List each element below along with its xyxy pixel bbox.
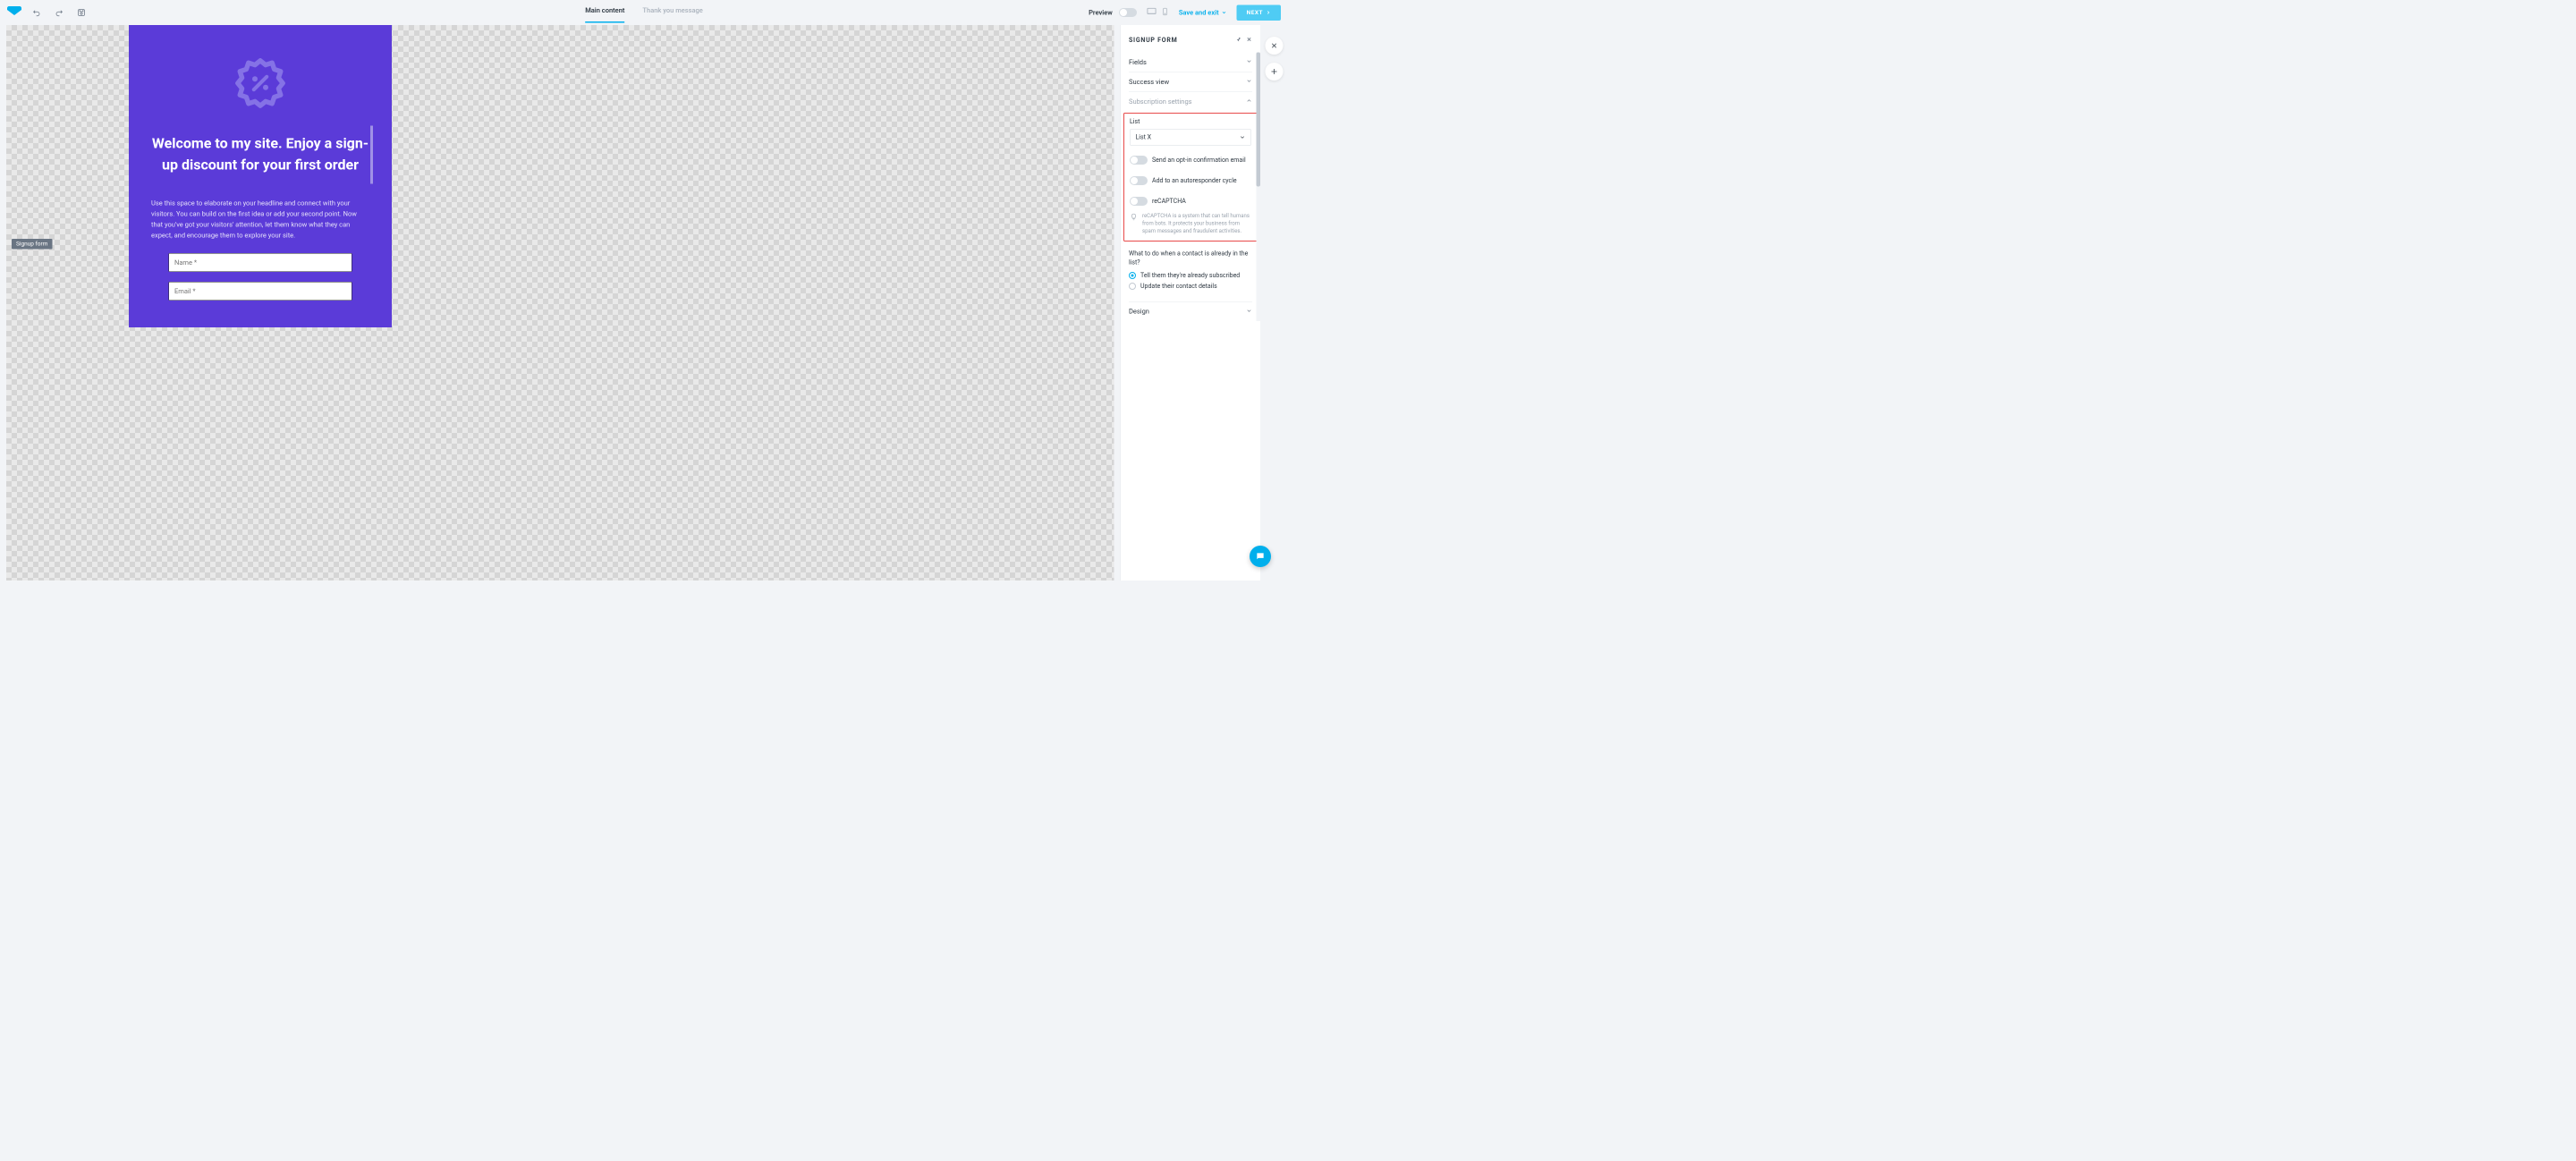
panel-header: SIGNUP FORM	[1121, 25, 1260, 53]
save-icon[interactable]	[74, 5, 89, 20]
tab-thank-you[interactable]: Thank you message	[642, 6, 702, 23]
existing-question: What to do when a contact is already in …	[1129, 250, 1252, 267]
plus-icon	[1270, 68, 1278, 76]
signup-form-card[interactable]: Welcome to my site. Enjoy a sign-up disc…	[129, 25, 392, 327]
autoresponder-label: Add to an autoresponder cycle	[1152, 177, 1237, 184]
chevron-up-icon	[1246, 97, 1252, 106]
section-fields[interactable]: Fields	[1129, 53, 1252, 72]
radio-icon	[1129, 283, 1136, 290]
recaptcha-label: reCAPTCHA	[1152, 198, 1186, 205]
settings-panel: SIGNUP FORM Fields Success view	[1121, 25, 1261, 580]
chat-fab[interactable]	[1250, 546, 1271, 567]
opt-in-label: Send an opt-in confirmation email	[1152, 157, 1246, 164]
add-button[interactable]	[1266, 63, 1284, 81]
section-success-view[interactable]: Success view	[1129, 72, 1252, 92]
recaptcha-toggle[interactable]	[1130, 197, 1148, 206]
radio-update-details[interactable]: Update their contact details	[1129, 283, 1252, 290]
email-input[interactable]	[169, 282, 352, 301]
right-rail	[1260, 25, 1288, 580]
recaptcha-hint: reCAPTCHA is a system that can tell huma…	[1130, 212, 1251, 234]
section-subscription-settings[interactable]: Subscription settings	[1129, 92, 1252, 112]
discount-badge-icon	[233, 56, 287, 110]
recaptcha-row: reCAPTCHA	[1130, 197, 1251, 206]
list-select[interactable]: List X	[1130, 129, 1251, 146]
recaptcha-hint-text: reCAPTCHA is a system that can tell huma…	[1142, 212, 1251, 234]
chevron-down-icon	[1246, 58, 1252, 67]
form-description[interactable]: Use this space to elaborate on your head…	[151, 198, 369, 241]
section-design[interactable]: Design	[1129, 301, 1252, 321]
signup-form-tag: Signup form	[12, 239, 52, 250]
chat-icon	[1256, 552, 1266, 562]
mobile-icon[interactable]	[1161, 7, 1169, 19]
chevron-down-icon	[1246, 78, 1252, 87]
text-caret	[370, 126, 373, 184]
close-panel-button[interactable]	[1266, 37, 1284, 55]
chevron-down-icon	[1222, 10, 1227, 15]
preview-toggle[interactable]	[1119, 8, 1137, 17]
radio-label-1: Tell them they're already subscribed	[1140, 272, 1240, 279]
topbar-right: Preview Save and exit NEXT	[1089, 4, 1281, 21]
undo-icon[interactable]	[30, 5, 44, 20]
subscription-highlight: List List X Send an opt-in confirmation …	[1123, 113, 1258, 242]
chevron-down-icon	[1240, 134, 1246, 140]
save-exit-label: Save and exit	[1179, 9, 1219, 17]
chevron-right-icon	[1266, 10, 1271, 15]
form-fields	[151, 253, 369, 301]
redo-icon[interactable]	[52, 5, 66, 20]
desktop-icon[interactable]	[1147, 7, 1157, 19]
section-subscription-label: Subscription settings	[1129, 97, 1192, 106]
form-headline[interactable]: Welcome to my site. Enjoy a sign-up disc…	[151, 132, 369, 175]
device-icons	[1147, 7, 1169, 19]
next-button[interactable]: NEXT	[1237, 4, 1281, 21]
tab-main-content[interactable]: Main content	[585, 6, 624, 23]
list-value: List X	[1136, 134, 1152, 141]
logo-icon[interactable]	[7, 6, 21, 19]
radio-label-2: Update their contact details	[1140, 283, 1217, 290]
lightbulb-icon	[1130, 213, 1138, 223]
panel-scroll[interactable]: Fields Success view Subscription setting…	[1121, 53, 1260, 581]
panel-title: SIGNUP FORM	[1129, 37, 1177, 44]
section-success-label: Success view	[1129, 78, 1169, 86]
autoresponder-toggle[interactable]	[1130, 176, 1148, 185]
section-fields-label: Fields	[1129, 58, 1147, 66]
section-design-label: Design	[1129, 308, 1149, 316]
autoresponder-row: Add to an autoresponder cycle	[1130, 176, 1251, 185]
existing-contact-block: What to do when a contact is already in …	[1121, 245, 1260, 301]
tabs: Main content Thank you message	[585, 0, 703, 25]
topbar-left	[7, 5, 89, 20]
canvas[interactable]: Welcome to my site. Enjoy a sign-up disc…	[6, 25, 1114, 580]
opt-in-toggle[interactable]	[1130, 156, 1148, 165]
scrollbar-thumb[interactable]	[1257, 53, 1261, 187]
close-icon[interactable]	[1246, 36, 1252, 45]
opt-in-row: Send an opt-in confirmation email	[1130, 156, 1251, 165]
save-and-exit-link[interactable]: Save and exit	[1179, 9, 1227, 17]
name-input[interactable]	[169, 253, 352, 272]
chevron-down-icon	[1246, 307, 1252, 316]
preview-label: Preview	[1089, 9, 1113, 17]
main: Welcome to my site. Enjoy a sign-up disc…	[0, 25, 1288, 580]
pin-icon[interactable]	[1235, 36, 1241, 45]
close-icon	[1270, 42, 1278, 50]
list-label: List	[1130, 118, 1251, 125]
radio-icon	[1129, 272, 1136, 279]
preview-group: Preview	[1089, 8, 1137, 17]
topbar: Main content Thank you message Preview S…	[0, 0, 1288, 25]
next-label: NEXT	[1247, 9, 1263, 16]
radio-already-subscribed[interactable]: Tell them they're already subscribed	[1129, 272, 1252, 279]
